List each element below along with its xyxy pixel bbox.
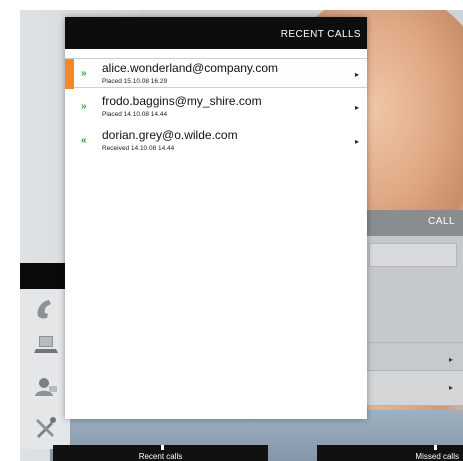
bottom-tab-bar: Recent calls Missed calls	[20, 441, 463, 461]
call-contact-name: alice.wonderland@company.com	[102, 61, 279, 75]
call-contact-name: dorian.grey@o.wilde.com	[102, 128, 238, 142]
outgoing-call-icon: »	[81, 101, 87, 112]
call-panel-title: CALL	[427, 216, 455, 227]
recent-call-item[interactable]: » frodo.baggins@my_shire.com Placed 14.1…	[65, 92, 367, 122]
chevron-right-icon: ▸	[354, 137, 359, 146]
recent-call-item[interactable]: » alice.wonderland@company.com Placed 15…	[65, 58, 367, 89]
recent-calls-popup: RECENT CALLS » alice.wonderland@company.…	[65, 17, 367, 419]
outgoing-call-icon: »	[81, 68, 87, 79]
settings-tools-icon[interactable]	[32, 413, 60, 441]
call-address-input[interactable]	[369, 243, 457, 267]
call-timestamp: Placed 15.10.08 16.29	[102, 78, 168, 85]
chevron-right-icon: ▸	[354, 103, 359, 112]
tab-marker	[434, 445, 437, 450]
chevron-right-icon: ▸	[354, 70, 359, 79]
tab-marker	[160, 445, 164, 450]
app-frame: CALL ▸ ▸ Recent calls Missed calls RECEN…	[0, 0, 463, 461]
popup-title: RECENT CALLS	[280, 29, 361, 40]
popup-header: RECENT CALLS	[65, 17, 367, 49]
missed-calls-tab[interactable]: Missed calls	[317, 445, 463, 461]
recent-call-item[interactable]: « dorian.grey@o.wilde.com Received 14.10…	[65, 126, 367, 156]
call-contact-name: frodo.baggins@my_shire.com	[102, 94, 262, 108]
missed-calls-tab-label: Missed calls	[415, 452, 459, 461]
laptop-icon[interactable]	[32, 331, 60, 359]
call-timestamp: Placed 14.10.08 14.44	[102, 111, 168, 118]
recent-calls-tab-label: Recent calls	[138, 452, 183, 461]
left-dark-bar	[20, 263, 70, 289]
selection-accent	[65, 59, 74, 89]
incoming-call-icon: «	[81, 135, 87, 146]
left-icon-rail	[20, 289, 70, 449]
chevron-right-icon: ▸	[448, 355, 453, 364]
phone-icon[interactable]	[32, 295, 60, 323]
call-timestamp: Received 14.10.08 14.44	[102, 145, 175, 152]
chevron-right-icon: ▸	[448, 383, 453, 392]
contacts-icon[interactable]	[32, 373, 60, 401]
recent-calls-tab[interactable]: Recent calls	[53, 445, 268, 461]
